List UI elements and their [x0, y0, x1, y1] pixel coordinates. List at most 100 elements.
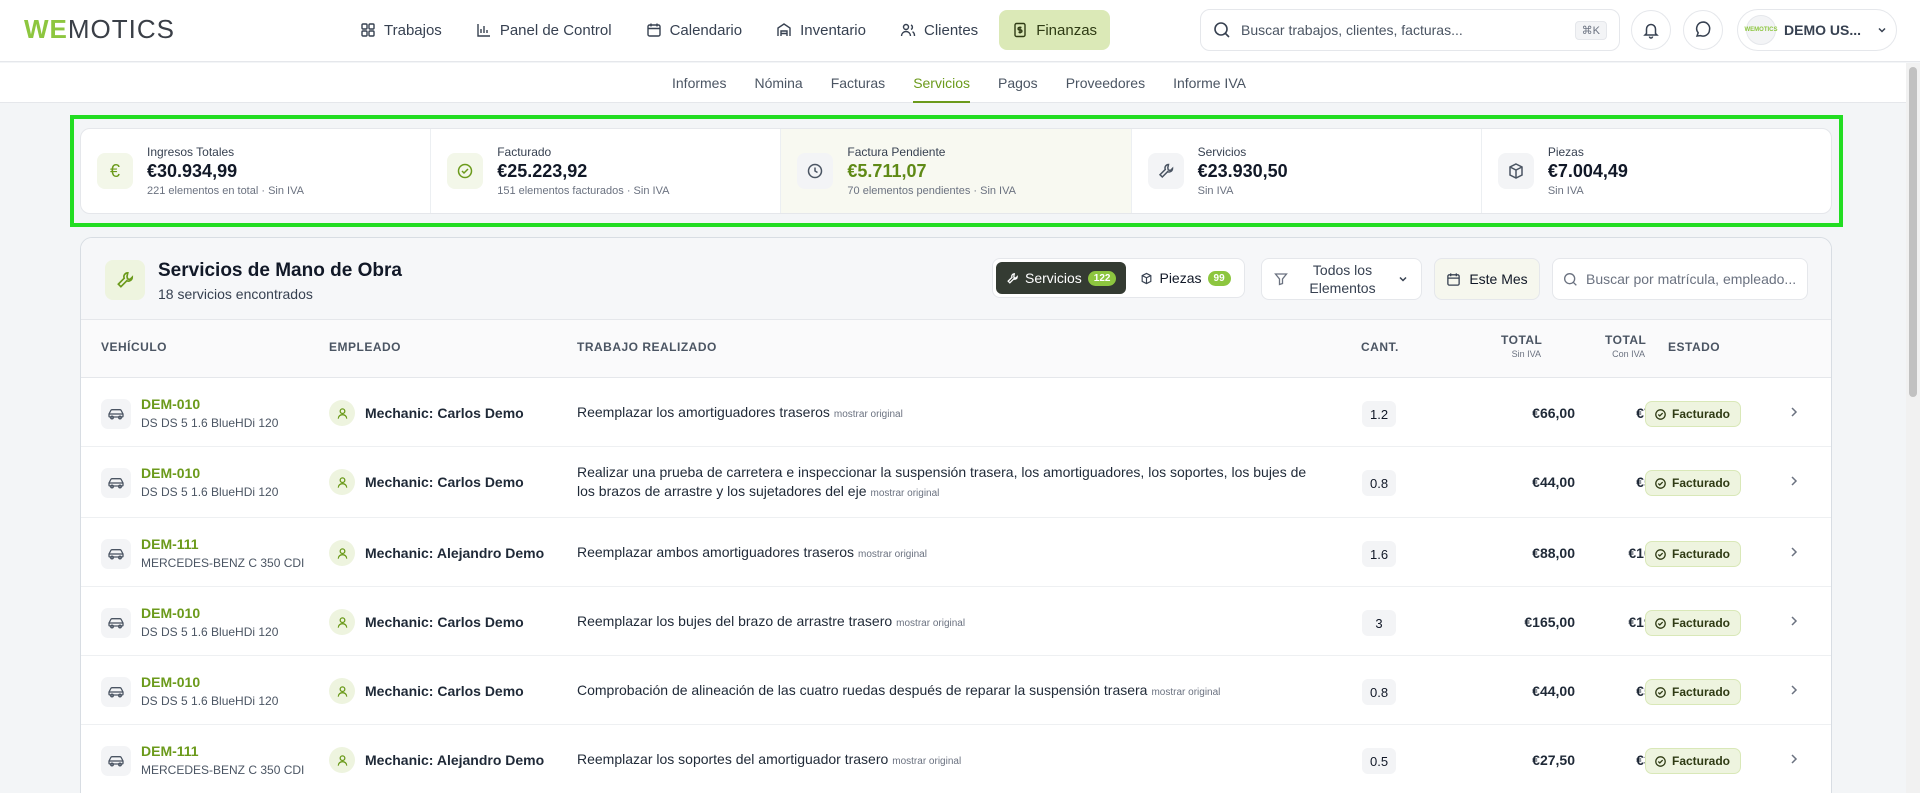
col-total-con-iva[interactable]: TOTAL Con IVA	[1605, 333, 1646, 359]
user-menu[interactable]: WEMOTICS DEMO US...	[1737, 9, 1897, 51]
table-row[interactable]: DEM-010 DS DS 5 1.6 BlueHDi 120 Mechanic…	[81, 378, 1831, 447]
shortcut-badge: ⌘K	[1574, 20, 1607, 40]
panel-subtitle: 18 servicios encontrados	[158, 286, 313, 302]
calendar-icon	[646, 23, 661, 37]
vehicle-plate[interactable]: DEM-111	[141, 743, 199, 759]
toggle-piezas[interactable]: Piezas 99	[1130, 262, 1240, 294]
nav-label: Calendario	[669, 21, 743, 39]
table-row[interactable]: DEM-010 DS DS 5 1.6 BlueHDi 120 Mechanic…	[81, 656, 1831, 725]
services-search[interactable]	[1552, 258, 1808, 300]
subtab-servicios[interactable]: Servicios	[899, 63, 984, 103]
car-icon	[101, 677, 131, 707]
month-label: Este Mes	[1469, 271, 1528, 287]
scrollbar-thumb[interactable]	[1909, 67, 1917, 397]
employee-name: Mechanic: Carlos Demo	[365, 683, 524, 699]
nav-inventario[interactable]: Inventario	[763, 10, 879, 50]
nav-trabajos[interactable]: Trabajos	[347, 10, 455, 50]
avatar: WEMOTICS	[1745, 15, 1778, 45]
table-row[interactable]: DEM-010 DS DS 5 1.6 BlueHDi 120 Mechanic…	[81, 447, 1831, 518]
table-row[interactable]: DEM-010 DS DS 5 1.6 BlueHDi 120 Mechanic…	[81, 587, 1831, 656]
status-label: Facturado	[1672, 407, 1731, 421]
vehicle-plate[interactable]: DEM-010	[141, 674, 200, 690]
show-original-link[interactable]: mostrar original	[834, 409, 903, 420]
subtab-facturas[interactable]: Facturas	[817, 63, 899, 103]
status-badge: Facturado	[1645, 541, 1742, 567]
wrench-icon	[105, 260, 145, 300]
col-cantidad[interactable]: CANT.	[1361, 340, 1399, 354]
subtab-informes[interactable]: Informes	[658, 63, 740, 103]
global-search[interactable]: ⌘K	[1200, 9, 1620, 51]
show-original-link[interactable]: mostrar original	[870, 488, 939, 499]
nav-label: Clientes	[923, 21, 979, 39]
work-description: Realizar una prueba de carretera e inspe…	[577, 463, 1317, 503]
logo-motics: MOTICS	[67, 13, 175, 44]
vehicle-model: DS DS 5 1.6 BlueHDi 120	[141, 416, 279, 430]
check-circle-icon	[1655, 408, 1666, 420]
user-icon	[329, 469, 355, 495]
col-estado[interactable]: ESTADO	[1668, 340, 1720, 354]
work-description: Reemplazar los bujes del brazo de arrast…	[577, 612, 1317, 633]
col-total-sin-iva[interactable]: TOTAL Sin IVA	[1501, 333, 1542, 359]
chat-icon	[1695, 21, 1711, 37]
total-sin-iva: €27,50	[1532, 752, 1575, 768]
subtab-proveedores[interactable]: Proveedores	[1052, 63, 1159, 103]
table-body: DEM-010 DS DS 5 1.6 BlueHDi 120 Mechanic…	[81, 378, 1831, 793]
page-scrollbar[interactable]	[1906, 63, 1920, 793]
total-sin-iva: €44,00	[1532, 683, 1575, 699]
toggle-servicios[interactable]: Servicios 122	[996, 262, 1127, 294]
vehicle-plate[interactable]: DEM-111	[141, 536, 199, 552]
nav-panel-de-control[interactable]: Panel de Control	[463, 10, 625, 50]
status-label: Facturado	[1672, 547, 1731, 561]
show-original-link[interactable]: mostrar original	[892, 756, 961, 767]
logo-we: WE	[24, 13, 68, 44]
search-icon	[1564, 272, 1577, 286]
quantity-badge: 3	[1362, 610, 1396, 636]
chevron-right-icon[interactable]	[1787, 614, 1801, 628]
car-icon	[101, 399, 131, 429]
work-description: Reemplazar los soportes del amortiguador…	[577, 750, 1317, 771]
nav-calendario[interactable]: Calendario	[633, 10, 756, 50]
total-sin-iva: €165,00	[1524, 614, 1575, 630]
vehicle-model: MERCEDES-BENZ C 350 CDI	[141, 763, 305, 777]
show-original-link[interactable]: mostrar original	[1151, 687, 1220, 698]
col-empleado[interactable]: EMPLEADO	[329, 340, 401, 354]
col-trabajo[interactable]: TRABAJO REALIZADO	[577, 340, 717, 354]
global-search-input[interactable]	[1241, 22, 1565, 38]
subtab-pagos[interactable]: Pagos	[984, 63, 1052, 103]
car-icon	[101, 539, 131, 569]
table-row[interactable]: DEM-111 MERCEDES-BENZ C 350 CDI Mechanic…	[81, 518, 1831, 587]
show-original-link[interactable]: mostrar original	[896, 618, 965, 629]
vehicle-model: DS DS 5 1.6 BlueHDi 120	[141, 694, 279, 708]
warehouse-icon	[777, 23, 791, 36]
chevron-right-icon[interactable]	[1787, 752, 1801, 766]
user-icon	[329, 747, 355, 773]
finance-subnav: Informes Nómina Facturas Servicios Pagos…	[0, 63, 1920, 103]
chevron-right-icon[interactable]	[1787, 683, 1801, 697]
items-filter-select[interactable]: Todos los Elementos	[1261, 258, 1422, 300]
employee-name: Mechanic: Carlos Demo	[365, 405, 524, 421]
subtab-nomina[interactable]: Nómina	[740, 63, 816, 103]
subtab-informe-iva[interactable]: Informe IVA	[1159, 63, 1260, 103]
status-label: Facturado	[1672, 685, 1731, 699]
chevron-right-icon[interactable]	[1787, 474, 1801, 488]
notifications-button[interactable]	[1631, 10, 1671, 50]
user-name: DEMO US...	[1784, 22, 1862, 38]
col-sub: Con IVA	[1612, 349, 1645, 359]
stats-highlight-frame	[70, 115, 1843, 227]
month-filter-button[interactable]: Este Mes	[1434, 258, 1540, 300]
quantity-badge: 1.2	[1362, 401, 1397, 427]
nav-finanzas[interactable]: Finanzas	[999, 10, 1111, 50]
services-search-input[interactable]	[1586, 271, 1797, 287]
nav-clientes[interactable]: Clientes	[887, 10, 991, 50]
chevron-right-icon[interactable]	[1787, 405, 1801, 419]
show-original-link[interactable]: mostrar original	[858, 549, 927, 560]
brand-logo[interactable]: WE MOTICS	[24, 14, 175, 44]
table-row[interactable]: DEM-111 MERCEDES-BENZ C 350 CDI Mechanic…	[81, 725, 1831, 793]
chevron-right-icon[interactable]	[1787, 545, 1801, 559]
messages-button[interactable]	[1683, 10, 1723, 50]
vehicle-plate[interactable]: DEM-010	[141, 465, 200, 481]
vehicle-plate[interactable]: DEM-010	[141, 396, 200, 412]
col-vehiculo[interactable]: VEHÍCULO	[101, 340, 167, 354]
vehicle-plate[interactable]: DEM-010	[141, 605, 200, 621]
user-icon	[329, 400, 355, 426]
